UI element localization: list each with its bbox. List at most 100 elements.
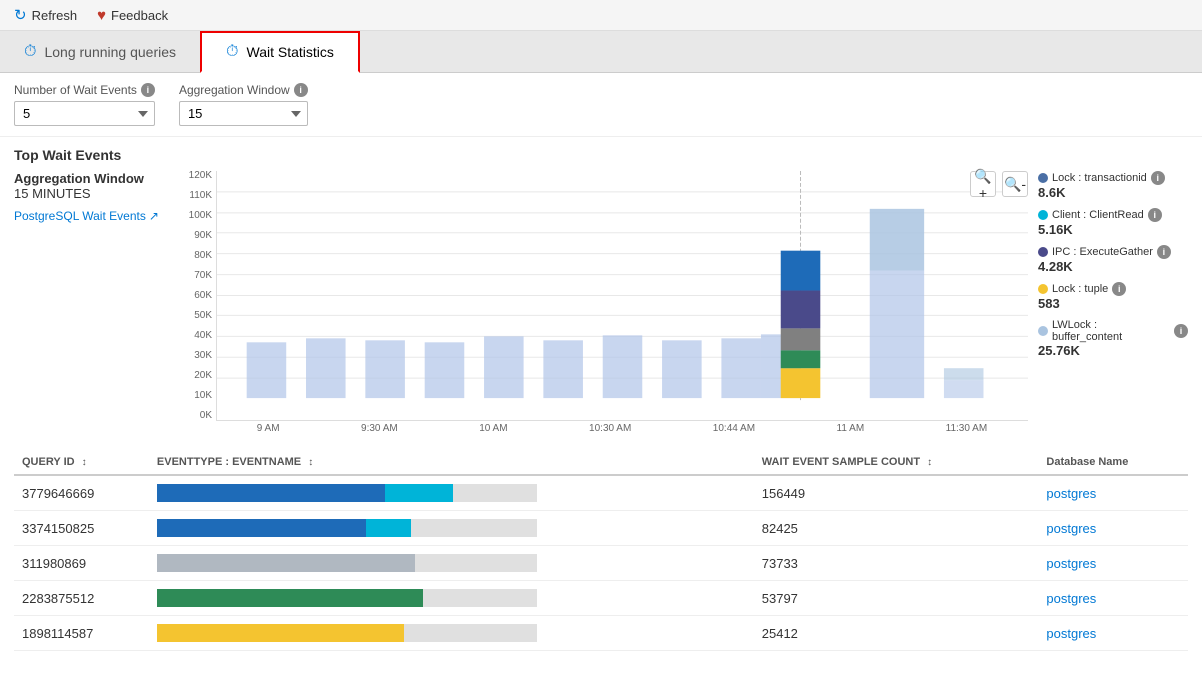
db-link[interactable]: postgres [1046,591,1096,606]
col-query-id[interactable]: QUERY ID ↕ [14,450,149,475]
legend-value: 8.6K [1038,185,1188,200]
chart-bars: ▲ ▲ [216,171,1028,421]
db-link[interactable]: postgres [1046,556,1096,571]
col-db-name: Database Name [1038,450,1188,475]
bar-segment [415,554,537,572]
wait-count-cell: 156449 [754,475,1039,511]
sort-icon-query-id: ↕ [82,457,87,468]
table-row: 311980869 73733 postgres [14,546,1188,581]
legend-label: LWLock : buffer_content [1052,319,1170,343]
bar-cell [157,554,746,572]
filter-bar: Number of Wait Events i 5 10 15 20 Aggre… [0,73,1202,137]
data-table: QUERY ID ↕ EVENTTYPE : EVENTNAME ↕ WAIT … [14,450,1188,651]
wait-count-cell: 25412 [754,616,1039,651]
bar-segment [423,589,537,607]
query-id-cell: 3779646669 [14,475,149,511]
tab-wait-statistics[interactable]: ⏱ Wait Statistics [200,31,360,73]
x-label-1130am: 11:30 AM [946,423,988,434]
legend-item: Client : ClientRead i 5.16K [1038,208,1188,237]
db-link[interactable]: postgres [1046,626,1096,641]
x-axis: 9 AM 9:30 AM 10 AM 10:30 AM 10:44 AM 11 … [216,421,1028,434]
timer-icon: ⏱ [226,43,238,61]
legend-label: Client : ClientRead [1052,209,1144,221]
postgresql-wait-events-link[interactable]: PostgreSQL Wait Events ↗ [14,209,164,223]
tab-long-running-label: Long running queries [44,44,176,60]
feedback-icon: ♥ [97,7,106,24]
query-id-cell: 311980869 [14,546,149,581]
bar-cell [157,484,746,502]
y-axis-label: 60K [174,291,212,301]
bar-segment [366,519,412,537]
legend-name: LWLock : buffer_content i [1038,319,1188,343]
y-axis-label: 110K [174,191,212,201]
chart-svg [217,171,1028,420]
table-header-row: QUERY ID ↕ EVENTTYPE : EVENTNAME ↕ WAIT … [14,450,1188,475]
bar-segment [157,554,415,572]
table-body: 3779646669 156449 postgres 3374150825 82… [14,475,1188,651]
refresh-button[interactable]: ↻ Refresh [14,6,77,24]
db-name-cell: postgres [1038,581,1188,616]
legend-value: 5.16K [1038,222,1188,237]
aggregation-filter: Aggregation Window i 5 10 15 30 60 [179,83,308,126]
legend-value: 583 [1038,296,1188,311]
bar-segment [157,624,404,642]
top-wait-events-title: Top Wait Events [14,147,1188,163]
y-axis-label: 40K [174,331,212,341]
chart-area: 0K10K20K30K40K50K60K70K80K90K100K110K120… [174,171,1028,421]
wait-events-select[interactable]: 5 10 15 20 [14,101,155,126]
x-label-10am: 10 AM [479,423,507,434]
bar-cell [157,589,746,607]
legend-item: LWLock : buffer_content i 25.76K [1038,319,1188,358]
y-axis-label: 0K [174,411,212,421]
legend-name: Lock : tuple i [1038,282,1188,296]
chart-legend: Lock : transactionid i 8.6K Client : Cli… [1028,171,1188,434]
wait-count-cell: 82425 [754,511,1039,546]
feedback-button[interactable]: ♥ Feedback [97,7,168,24]
wait-events-filter: Number of Wait Events i 5 10 15 20 [14,83,155,126]
main-content: Top Wait Events Aggregation Window 15 MI… [0,137,1202,661]
db-link[interactable]: postgres [1046,486,1096,501]
external-link-icon: ↗ [149,209,159,223]
x-label-9am: 9 AM [257,423,280,434]
tab-long-running[interactable]: ⏱ Long running queries [0,31,200,72]
bar-segment [404,624,537,642]
legend-info-icon: i [1174,324,1188,338]
db-name-cell: postgres [1038,511,1188,546]
legend-dot [1038,247,1048,257]
table-row: 2283875512 53797 postgres [14,581,1188,616]
y-axis-label: 100K [174,211,212,221]
aggregation-select[interactable]: 5 10 15 30 60 [179,101,308,126]
col-wait-count[interactable]: WAIT EVENT SAMPLE COUNT ↕ [754,450,1039,475]
table-section: QUERY ID ↕ EVENTTYPE : EVENTNAME ↕ WAIT … [14,450,1188,651]
bar-segment [157,589,423,607]
wait-events-label: Number of Wait Events i [14,83,155,97]
col-eventtype[interactable]: EVENTTYPE : EVENTNAME ↕ [149,450,754,475]
legend-value: 25.76K [1038,343,1188,358]
x-label-11am: 11 AM [837,423,865,434]
chart-left-panel: Aggregation Window 15 MINUTES PostgreSQL… [14,171,174,434]
eventtype-cell [149,616,754,651]
legend-name: Client : ClientRead i [1038,208,1188,222]
refresh-icon: ↻ [14,6,27,24]
sort-icon-wait-count: ↕ [927,457,932,468]
query-id-cell: 3374150825 [14,511,149,546]
legend-label: Lock : transactionid [1052,172,1147,184]
zoom-in-button[interactable]: 🔍+ [970,171,996,197]
agg-label: Aggregation Window [14,171,164,186]
zoom-out-icon: 🔍- [1004,176,1026,193]
refresh-label: Refresh [32,8,78,23]
bar-stack [157,624,537,642]
link-label: PostgreSQL Wait Events [14,209,146,223]
db-link[interactable]: postgres [1046,521,1096,536]
x-label-1044am: 10:44 AM [713,423,755,434]
db-name-cell: postgres [1038,616,1188,651]
legend-item: Lock : tuple i 583 [1038,282,1188,311]
zoom-out-button[interactable]: 🔍- [1002,171,1028,197]
y-axis-label: 50K [174,311,212,321]
legend-dot [1038,326,1048,336]
y-axis-label: 80K [174,251,212,261]
y-axis-label: 30K [174,351,212,361]
table-row: 3374150825 82425 postgres [14,511,1188,546]
bar-segment [157,519,366,537]
bar-segment [453,484,537,502]
